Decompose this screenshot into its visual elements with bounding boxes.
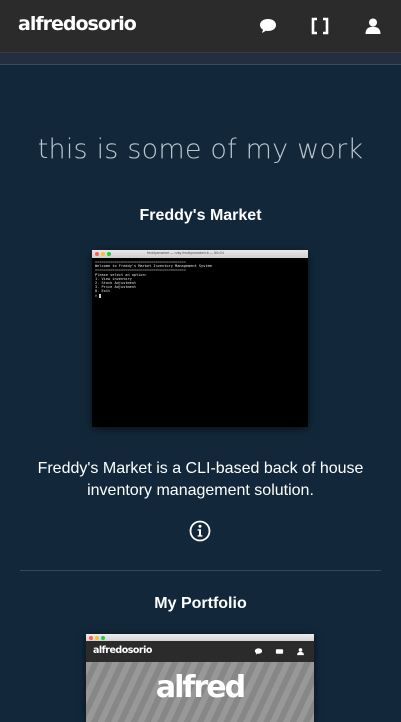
zoom-dot-icon	[101, 635, 105, 640]
brand-logo[interactable]: alfredosorio	[18, 13, 137, 35]
terminal-cursor-icon	[99, 293, 102, 298]
preview-chat-icon	[254, 648, 263, 655]
zoom-dot-icon	[107, 252, 111, 256]
project-description: Freddy's Market is a CLI-based back of h…	[37, 460, 364, 499]
fullscreen-brackets-icon[interactable]	[310, 16, 330, 36]
preview-hero-text: alfred	[155, 670, 246, 705]
top-navbar: alfredosorio	[0, 0, 401, 53]
info-circle-icon[interactable]	[189, 520, 211, 542]
project-title: Freddy's Market	[139, 207, 262, 224]
project-title: My Portfolio	[154, 595, 247, 612]
browser-titlebar	[86, 634, 314, 641]
terminal-output: ========================================…	[92, 258, 308, 427]
terminal-window-title: freddysmarket — ruby freddysmarket.rb — …	[147, 251, 224, 255]
close-dot-icon	[89, 635, 93, 640]
preview-user-icon	[297, 648, 304, 656]
chat-icon[interactable]	[258, 16, 278, 36]
minimize-dot-icon	[101, 252, 105, 256]
preview-card-icon	[275, 649, 284, 654]
user-icon[interactable]	[363, 16, 383, 36]
preview-navbar: alfredosorio	[86, 641, 314, 662]
terminal-titlebar: freddysmarket — ruby freddysmarket.rb — …	[92, 250, 308, 258]
section-divider	[20, 570, 381, 571]
sub-header-strip	[0, 53, 401, 65]
preview-hero: alfred	[86, 662, 314, 722]
project-screenshot-terminal[interactable]: freddysmarket — ruby freddysmarket.rb — …	[92, 250, 308, 427]
section-title: this is some of my work	[37, 134, 364, 165]
preview-brand: alfredosorio	[93, 645, 152, 656]
minimize-dot-icon	[95, 635, 99, 640]
close-dot-icon	[95, 252, 99, 256]
terminal-prompt-line: >	[95, 293, 305, 298]
